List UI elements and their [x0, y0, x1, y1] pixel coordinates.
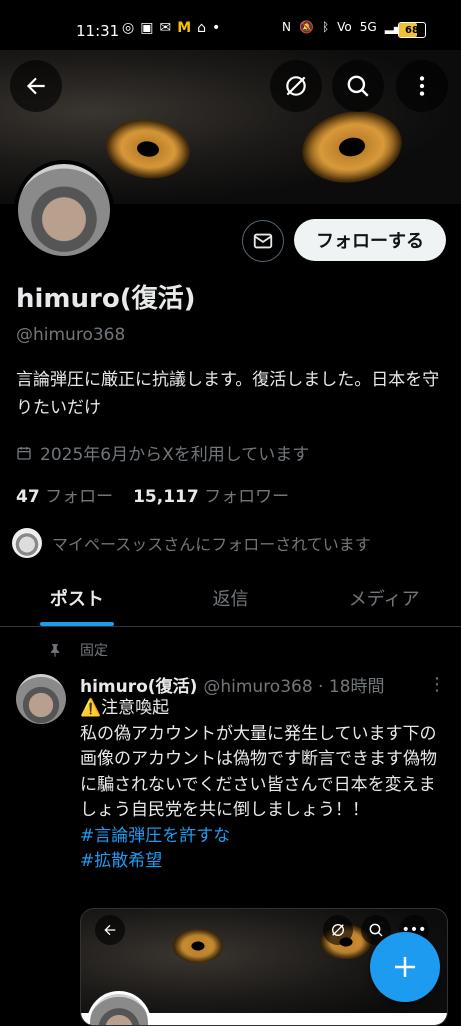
follower-avatar	[12, 528, 42, 558]
profile-tabs: ポスト 返信 メディア	[0, 570, 461, 627]
profile-display-name: himuro(復活)	[16, 284, 196, 314]
following-count: 47	[16, 487, 40, 507]
dot-icon: •	[212, 20, 221, 36]
more-vertical-icon	[419, 76, 425, 96]
nfc-icon: N	[282, 20, 291, 34]
embed-eye-left	[173, 929, 223, 963]
mcdonalds-icon: M	[177, 20, 192, 36]
envelope-icon	[253, 233, 273, 249]
post-author-name[interactable]: himuro(復活)	[80, 672, 197, 697]
profile-avatar[interactable]	[14, 160, 114, 260]
search-button[interactable]	[332, 60, 384, 112]
plus-icon	[395, 957, 415, 977]
embed-grok-icon	[323, 915, 353, 945]
more-options-button[interactable]	[396, 60, 448, 112]
grok-button[interactable]	[270, 60, 322, 112]
status-right-icons: N 🔕 ᛒ Vo 5G ▂▄▆	[282, 20, 412, 34]
post-text-line: 私の偽アカウントが大量に発生しています下の画像のアカウントは偽物です断言できます…	[80, 723, 437, 821]
follow-counts: 47 フォロー 15,117 フォロワー	[16, 482, 289, 507]
banner-eye-left	[102, 114, 194, 184]
app-icon: ⌂	[197, 20, 207, 36]
tab-replies[interactable]: 返信	[154, 570, 308, 626]
5g-icon: 5G	[359, 20, 377, 34]
mute-icon: 🔕	[298, 20, 314, 34]
pinned-indicator: 固定	[48, 640, 108, 660]
calendar-icon	[17, 446, 31, 460]
status-bar: 11:31 ◎ ▣ ✉ M ⌂ • N 🔕 ᛒ Vo 5G ▂▄▆ 68	[0, 0, 461, 50]
following-label: フォロー	[45, 487, 114, 507]
follow-button[interactable]: フォローする	[294, 219, 446, 261]
profile-bio: 言論弾圧に厳正に抗議します。復活しました。日本を守りたいだけ	[16, 370, 440, 418]
post-more-icon[interactable]: ⋮	[428, 674, 446, 695]
mail-icon: ✉	[159, 20, 172, 36]
battery-level: 68	[405, 24, 419, 36]
post-header: himuro(復活) @himuro368 · 18時間	[80, 672, 385, 697]
search-icon	[347, 75, 369, 97]
hotspot-icon: ◎	[122, 20, 135, 36]
compose-button[interactable]	[370, 932, 440, 1002]
banner-eye-right	[296, 103, 408, 191]
followed-by-text: マイペースッスさんにフォローされています	[52, 535, 371, 554]
line-icon: ▣	[140, 20, 154, 36]
post-body: ⚠️注意喚起私の偽アカウントが大量に発生しています下の画像のアカウントは偽物です…	[80, 696, 452, 875]
message-button[interactable]	[242, 220, 284, 262]
followed-by[interactable]: マイペースッスさんにフォローされています	[12, 528, 371, 558]
tab-posts[interactable]: ポスト	[0, 570, 154, 626]
post-text-line: ⚠️注意喚起	[80, 698, 170, 718]
volte-icon: Vo	[337, 20, 352, 34]
joined-text: 2025年6月からXを利用しています	[40, 445, 310, 465]
followers-label: フォロワー	[204, 487, 290, 507]
hashtag-link[interactable]: #言論弾圧を許すな	[80, 824, 452, 850]
bluetooth-icon: ᛒ	[321, 20, 330, 34]
profile-handle: @himuro368	[16, 325, 126, 345]
status-left-icons: ◎ ▣ ✉ M ⌂ •	[122, 20, 220, 36]
grok-icon	[286, 76, 306, 96]
battery-icon: 68	[398, 22, 426, 38]
pinned-label: 固定	[80, 643, 108, 659]
post-author-avatar[interactable]	[16, 674, 66, 724]
arrow-left-icon	[26, 77, 45, 95]
pin-icon	[50, 644, 60, 657]
followers-link[interactable]: 15,117 フォロワー	[133, 482, 289, 507]
status-time: 11:31	[76, 22, 120, 40]
following-link[interactable]: 47 フォロー	[16, 482, 113, 507]
post-meta: @himuro368 · 18時間	[203, 677, 385, 697]
embed-avatar	[87, 991, 151, 1025]
hashtag-link[interactable]: #拡散希望	[80, 849, 452, 875]
followers-count: 15,117	[133, 487, 199, 507]
tab-media[interactable]: メディア	[307, 570, 461, 626]
back-button[interactable]	[10, 60, 62, 112]
profile-joined: 2025年6月からXを利用しています	[16, 440, 309, 465]
embed-back-icon	[95, 915, 125, 945]
